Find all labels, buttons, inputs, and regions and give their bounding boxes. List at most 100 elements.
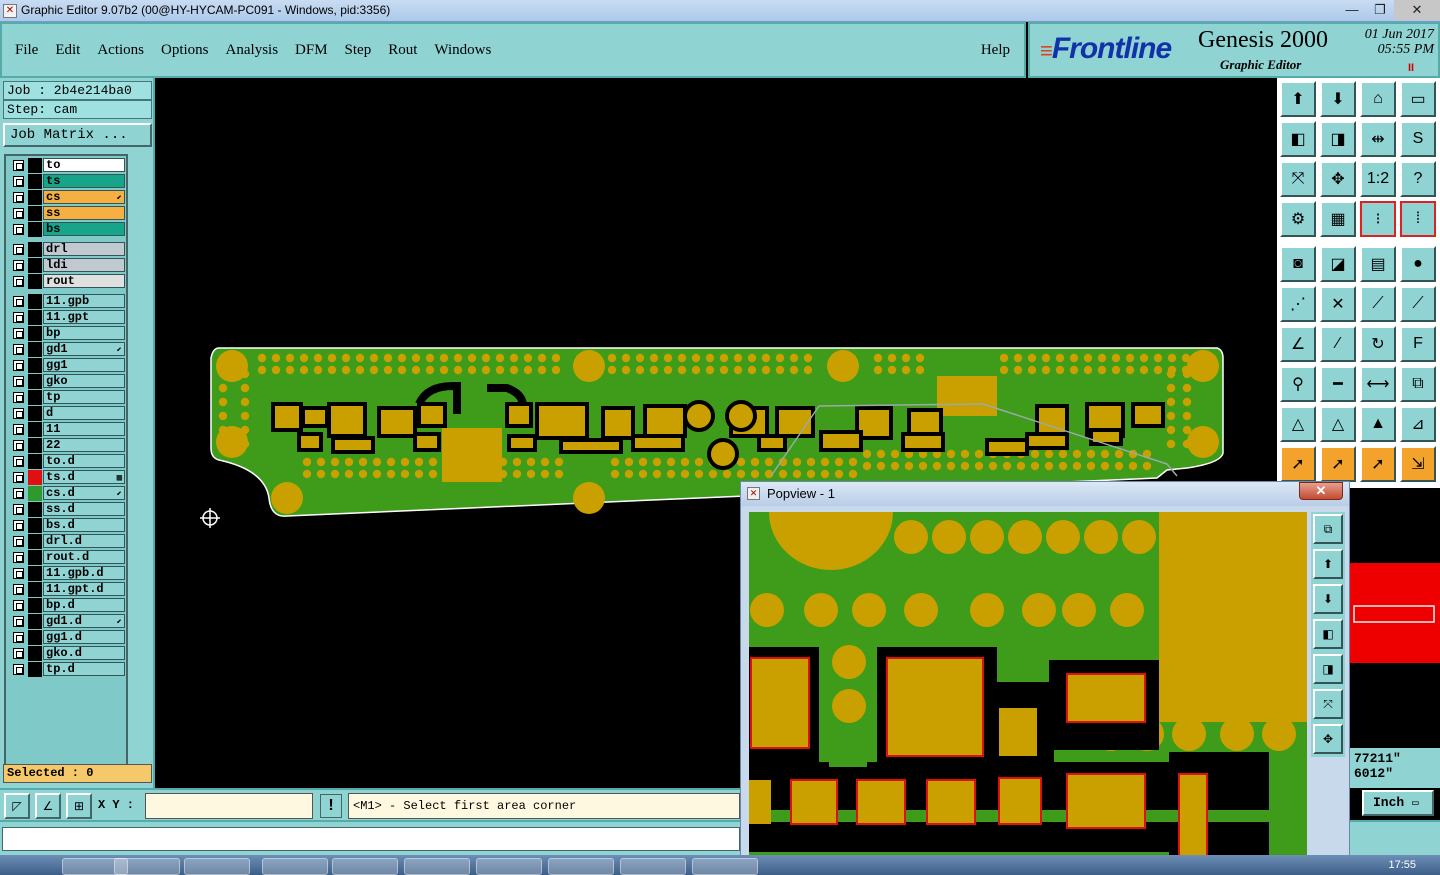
layer-color-swatch[interactable] [28, 486, 42, 501]
circle-icon[interactable]: ● [1400, 246, 1436, 282]
layer-color-swatch[interactable] [28, 310, 42, 325]
taskbar-item[interactable] [184, 858, 250, 875]
resize-icon[interactable]: ⟷ [1360, 366, 1396, 402]
minus-icon[interactable]: ━ [1320, 366, 1356, 402]
menu-options[interactable]: Options [161, 42, 209, 59]
job-matrix-button[interactable]: Job Matrix ... [3, 123, 152, 147]
help-icon[interactable]: ? [1400, 161, 1436, 197]
layer-checkbox[interactable] [13, 600, 24, 611]
layer-name[interactable]: bp.d [43, 598, 125, 612]
xy-input[interactable] [145, 793, 313, 819]
arc-icon[interactable]: ↻ [1360, 326, 1396, 362]
layer-checkbox[interactable] [13, 504, 24, 515]
layer-color-swatch[interactable] [28, 470, 42, 485]
measure-color-icon[interactable]: ◪ [1320, 246, 1356, 282]
layer-row[interactable]: to [9, 158, 127, 173]
close-button[interactable]: ✕ [1394, 0, 1440, 20]
triangle-icon[interactable]: △ [1280, 406, 1316, 442]
layer-checkbox[interactable] [13, 392, 24, 403]
popview-canvas[interactable] [749, 512, 1307, 874]
layer-row[interactable]: drl [9, 242, 127, 257]
layer-name[interactable]: 11 [43, 422, 125, 436]
layer-name[interactable]: to [43, 158, 125, 172]
line-edit-icon[interactable]: ⟋ [1360, 286, 1396, 322]
layer-checkbox[interactable] [13, 536, 24, 547]
layer-name[interactable]: 22 [43, 438, 125, 452]
layer-color-swatch[interactable] [28, 242, 42, 257]
select-plus-icon[interactable]: ➚ [1320, 446, 1356, 482]
layer-checkbox[interactable] [13, 176, 24, 187]
triangle-fill-icon[interactable]: ▲ [1360, 406, 1396, 442]
layer-row[interactable]: bp [9, 326, 127, 341]
layer-checkbox[interactable] [13, 424, 24, 435]
layer-row[interactable]: gd1 ⬋ [9, 342, 127, 357]
layer-checkbox[interactable] [13, 472, 24, 483]
layer-name[interactable]: bs.d [43, 518, 125, 532]
snap-icon[interactable]: ⚙ [1280, 201, 1316, 237]
popview-window[interactable]: ✕ Popview - 1 ✕ ⧉ ⬆ ⬇ ◧ ◨ ⤧ ✥ [740, 481, 1350, 875]
taskbar-item[interactable] [114, 858, 180, 875]
layer-color-swatch[interactable] [28, 190, 42, 205]
layer-color-swatch[interactable] [28, 174, 42, 189]
layer-row[interactable]: d [9, 406, 127, 421]
layer-row[interactable]: ts [9, 174, 127, 189]
angle-icon[interactable]: ∠ [1280, 326, 1316, 362]
layer-name[interactable]: rout.d [43, 550, 125, 564]
layer-checkbox[interactable] [13, 296, 24, 307]
layer-name[interactable]: gd1 ⬋ [43, 342, 125, 356]
layer-checkbox[interactable] [13, 456, 24, 467]
layer-color-swatch[interactable] [28, 662, 42, 677]
connect-icon[interactable]: ⋰ [1280, 286, 1316, 322]
layer-row[interactable]: gg1 [9, 358, 127, 373]
layer-checkbox[interactable] [13, 632, 24, 643]
layer-name[interactable]: ts [43, 174, 125, 188]
zoom-center-icon[interactable]: ✥ [1320, 161, 1356, 197]
display-layer-down-icon[interactable]: ⬇ [1320, 81, 1356, 117]
layer-checkbox[interactable] [13, 520, 24, 531]
layer-checkbox[interactable] [13, 224, 24, 235]
layer-row[interactable]: 11.gpb.d [9, 566, 127, 581]
layer-color-swatch[interactable] [28, 422, 42, 437]
slash-icon[interactable]: ⁄ [1320, 326, 1356, 362]
taskbar-item[interactable] [692, 858, 758, 875]
minimize-button[interactable]: — [1338, 0, 1366, 20]
layer-name[interactable]: drl [43, 242, 125, 256]
right-icon[interactable]: ◨ [1313, 654, 1343, 684]
triangle-alt-icon[interactable]: △ [1320, 406, 1356, 442]
layer-color-swatch[interactable] [28, 258, 42, 273]
zoom-fit-icon[interactable]: ⤧ [1280, 161, 1316, 197]
layer-name[interactable]: to.d [43, 454, 125, 468]
layer-checkbox[interactable] [13, 488, 24, 499]
layer-name[interactable]: 11.gpt.d [43, 582, 125, 596]
layer-name[interactable]: ldi [43, 258, 125, 272]
layer-row[interactable]: tp.d [9, 662, 127, 677]
layer-row[interactable]: gg1.d [9, 630, 127, 645]
menu-actions[interactable]: Actions [97, 42, 144, 59]
layer-checkbox[interactable] [13, 208, 24, 219]
delete-node-icon[interactable]: ✕ [1320, 286, 1356, 322]
layer-color-swatch[interactable] [28, 518, 42, 533]
copy-icon[interactable]: ⧉ [1400, 366, 1436, 402]
layer-row[interactable]: ts.d ▦ [9, 470, 127, 485]
menu-dfm[interactable]: DFM [295, 42, 328, 59]
layer-checkbox[interactable] [13, 584, 24, 595]
layer-name[interactable]: gko.d [43, 646, 125, 660]
down-icon[interactable]: ⬇ [1313, 584, 1343, 614]
fit-icon[interactable]: ⤧ [1313, 689, 1343, 719]
layer-color-swatch[interactable] [28, 438, 42, 453]
triangle-arrow-icon[interactable]: ⊿ [1400, 406, 1436, 442]
layer-checkbox[interactable] [13, 552, 24, 563]
layer-row[interactable]: 11 [9, 422, 127, 437]
layer-row[interactable]: 11.gpb [9, 294, 127, 309]
restore-icon[interactable]: ⧉ [1313, 514, 1343, 544]
layer-name[interactable]: ss.d [43, 502, 125, 516]
layer-checkbox[interactable] [13, 192, 24, 203]
layer-color-swatch[interactable] [28, 294, 42, 309]
layer-row[interactable]: gko.d [9, 646, 127, 661]
ruler-icon[interactable]: ▤ [1360, 246, 1396, 282]
layer-row[interactable]: to.d [9, 454, 127, 469]
layer-name[interactable]: rout [43, 274, 125, 288]
layer-row[interactable]: 22 [9, 438, 127, 453]
layer-name[interactable]: gg1 [43, 358, 125, 372]
layer-checkbox[interactable] [13, 344, 24, 355]
